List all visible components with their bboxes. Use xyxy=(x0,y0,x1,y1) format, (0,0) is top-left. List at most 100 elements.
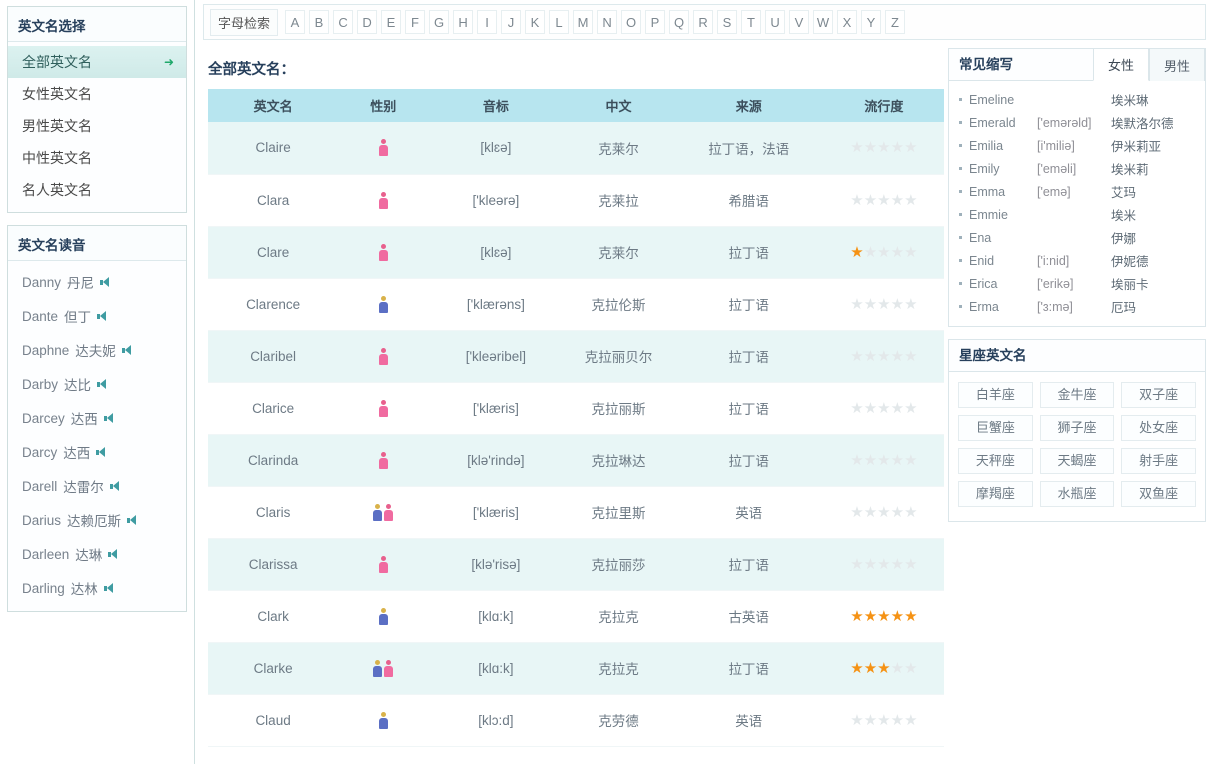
table-row[interactable]: Claribel ['kleəribel] 克拉丽贝尔 拉丁语 ★★★★★ xyxy=(208,330,944,383)
alphabet-key[interactable]: N xyxy=(597,10,618,34)
alphabet-key[interactable]: I xyxy=(477,10,498,34)
alphabet-key[interactable]: O xyxy=(621,10,642,34)
alphabet-key[interactable]: J xyxy=(501,10,522,34)
cell-english-name[interactable]: Claris xyxy=(208,486,339,539)
alphabet-key[interactable]: X xyxy=(837,10,858,34)
abbreviation-list-item[interactable]: Enid ['i:nid] 伊妮德 xyxy=(949,249,1205,272)
pronunciation-list-item[interactable]: Darleen 达琳 xyxy=(8,537,186,571)
table-row[interactable]: Clarke [klɑ:k] 克拉克 拉丁语 ★★★★★ xyxy=(208,642,944,695)
tab-gender-male[interactable]: 男性 xyxy=(1148,49,1205,81)
speaker-icon[interactable] xyxy=(100,276,112,288)
alphabet-key[interactable]: U xyxy=(765,10,786,34)
alphabet-key[interactable]: M xyxy=(573,10,594,34)
alphabet-key[interactable]: K xyxy=(525,10,546,34)
alphabet-key[interactable]: Z xyxy=(885,10,906,34)
alphabet-key[interactable]: F xyxy=(405,10,426,34)
speaker-icon[interactable] xyxy=(97,310,109,322)
zodiac-sign-button[interactable]: 摩羯座 xyxy=(958,481,1033,507)
abbreviation-phonetic: ['erikə] xyxy=(1037,276,1074,291)
pronunciation-list-item[interactable]: Dante 但丁 xyxy=(8,299,186,333)
speaker-icon[interactable] xyxy=(121,344,134,356)
zodiac-sign-button[interactable]: 水瓶座 xyxy=(1039,481,1115,507)
table-row[interactable]: Claud [klɔ:d] 克劳德 英语 ★★★★★ xyxy=(208,694,944,747)
zodiac-sign-button[interactable]: 处女座 xyxy=(1121,415,1196,441)
zodiac-sign-button[interactable]: 金牛座 xyxy=(1039,382,1115,408)
speaker-icon[interactable] xyxy=(108,548,120,560)
zodiac-sign-button[interactable]: 狮子座 xyxy=(1039,415,1115,441)
tab-gender-female[interactable]: 女性 xyxy=(1092,49,1149,81)
pronunciation-list-item[interactable]: Danny 丹尼 xyxy=(8,265,186,299)
cell-english-name[interactable]: Clara xyxy=(208,174,339,227)
pronunciation-list-item[interactable]: Darius 达赖厄斯 xyxy=(8,503,186,537)
speaker-icon[interactable] xyxy=(103,412,116,424)
zodiac-sign-button[interactable]: 巨蟹座 xyxy=(958,415,1033,441)
abbreviation-list-item[interactable]: Emerald ['emərəld] 埃默洛尔德 xyxy=(949,111,1205,134)
alphabet-key[interactable]: R xyxy=(693,10,714,34)
zodiac-sign-button[interactable]: 天秤座 xyxy=(958,448,1033,474)
abbreviation-list-item[interactable]: Emma ['emə] 艾玛 xyxy=(949,180,1205,203)
alphabet-key[interactable]: L xyxy=(549,10,570,34)
alphabet-key[interactable]: C xyxy=(333,10,354,34)
table-row[interactable]: Clarissa [klə'risə] 克拉丽莎 拉丁语 ★★★★★ xyxy=(208,538,944,591)
cell-english-name[interactable]: Claud xyxy=(208,694,339,747)
table-row[interactable]: Clarinda [klə'rində] 克拉琳达 拉丁语 ★★★★★ xyxy=(208,434,944,487)
table-row[interactable]: Clarence ['klærəns] 克拉伦斯 拉丁语 ★★★★★ xyxy=(208,278,944,331)
alphabet-key[interactable]: Y xyxy=(861,10,882,34)
pronunciation-list-item[interactable]: Darling 达林 xyxy=(8,571,186,605)
alphabet-key[interactable]: A xyxy=(285,10,306,34)
alphabet-key[interactable]: B xyxy=(309,10,330,34)
abbreviation-list-item[interactable]: Emily ['eməli] 埃米莉 xyxy=(949,157,1205,180)
alphabet-key[interactable]: Q xyxy=(669,10,690,34)
table-row[interactable]: Clare [klɛə] 克莱尔 拉丁语 ★★★★★ xyxy=(208,226,944,279)
pronunciation-list-item[interactable]: Darell 达雷尔 xyxy=(8,469,186,503)
zodiac-sign-button[interactable]: 白羊座 xyxy=(958,382,1033,408)
alphabet-key[interactable]: D xyxy=(357,10,378,34)
sidebar-item-name-category[interactable]: 名人英文名 xyxy=(8,174,186,206)
alphabet-key[interactable]: T xyxy=(741,10,762,34)
sidebar-item-name-category[interactable]: 女性英文名 xyxy=(8,78,186,110)
alphabet-key[interactable]: E xyxy=(381,10,402,34)
sidebar-item-name-category[interactable]: 男性英文名 xyxy=(8,110,186,142)
speaker-icon[interactable] xyxy=(127,514,139,526)
cell-english-name[interactable]: Clark xyxy=(208,590,339,643)
table-row[interactable]: Claris ['klæris] 克拉里斯 英语 ★★★★★ xyxy=(208,486,944,539)
speaker-icon[interactable] xyxy=(103,582,116,594)
speaker-icon[interactable] xyxy=(109,480,122,492)
table-row[interactable]: Clark [klɑ:k] 克拉克 古英语 ★★★★★ xyxy=(208,590,944,643)
alphabet-key[interactable]: S xyxy=(717,10,738,34)
cell-english-name[interactable]: Clarice xyxy=(208,382,339,435)
table-row[interactable]: Claire [klɛə] 克莱尔 拉丁语，法语 ★★★★★ xyxy=(208,122,944,175)
cell-english-name[interactable]: Claribel xyxy=(208,330,339,383)
abbreviation-list-item[interactable]: Ena 伊娜 xyxy=(949,226,1205,249)
table-row[interactable]: Clara ['kleərə] 克莱拉 希腊语 ★★★★★ xyxy=(208,174,944,227)
abbreviation-list-item[interactable]: Erma ['ɜ:mə] 厄玛 xyxy=(949,295,1205,318)
zodiac-sign-button[interactable]: 射手座 xyxy=(1121,448,1196,474)
alphabet-key[interactable]: P xyxy=(645,10,666,34)
zodiac-sign-button[interactable]: 天蝎座 xyxy=(1039,448,1115,474)
abbreviation-list-item[interactable]: Emeline 埃米琳 xyxy=(949,88,1205,111)
zodiac-sign-button[interactable]: 双鱼座 xyxy=(1121,481,1196,507)
zodiac-sign-button[interactable]: 双子座 xyxy=(1121,382,1196,408)
cell-english-name[interactable]: Clare xyxy=(208,226,339,279)
cell-english-name[interactable]: Clarke xyxy=(208,642,339,695)
sidebar-item-name-category[interactable]: 中性英文名 xyxy=(8,142,186,174)
pronunciation-list-item[interactable]: Darby 达比 xyxy=(8,367,186,401)
cell-english-name[interactable]: Clarinda xyxy=(208,434,339,487)
speaker-icon[interactable] xyxy=(97,378,109,390)
cell-english-name[interactable]: Clarence xyxy=(208,278,339,331)
pronunciation-list-item[interactable]: Darcy 达西 xyxy=(8,435,186,469)
alphabet-key[interactable]: G xyxy=(429,10,450,34)
pronunciation-list-item[interactable]: Daphne 达夫妮 xyxy=(8,333,186,367)
table-row[interactable]: Clarice ['klæris] 克拉丽斯 拉丁语 ★★★★★ xyxy=(208,382,944,435)
abbreviation-list-item[interactable]: Erica ['erikə] 埃丽卡 xyxy=(949,272,1205,295)
pronunciation-list-item[interactable]: Darcey 达西 xyxy=(8,401,186,435)
cell-english-name[interactable]: Claire xyxy=(208,122,339,175)
sidebar-item-name-category[interactable]: 全部英文名 ➜ xyxy=(8,46,186,78)
abbreviation-list-item[interactable]: Emmie 埃米 xyxy=(949,203,1205,226)
alphabet-key[interactable]: V xyxy=(789,10,810,34)
speaker-icon[interactable] xyxy=(96,446,108,458)
alphabet-key[interactable]: H xyxy=(453,10,474,34)
abbreviation-list-item[interactable]: Emilia [i'miliə] 伊米莉亚 xyxy=(949,134,1205,157)
cell-english-name[interactable]: Clarissa xyxy=(208,538,339,591)
alphabet-key[interactable]: W xyxy=(813,10,834,34)
